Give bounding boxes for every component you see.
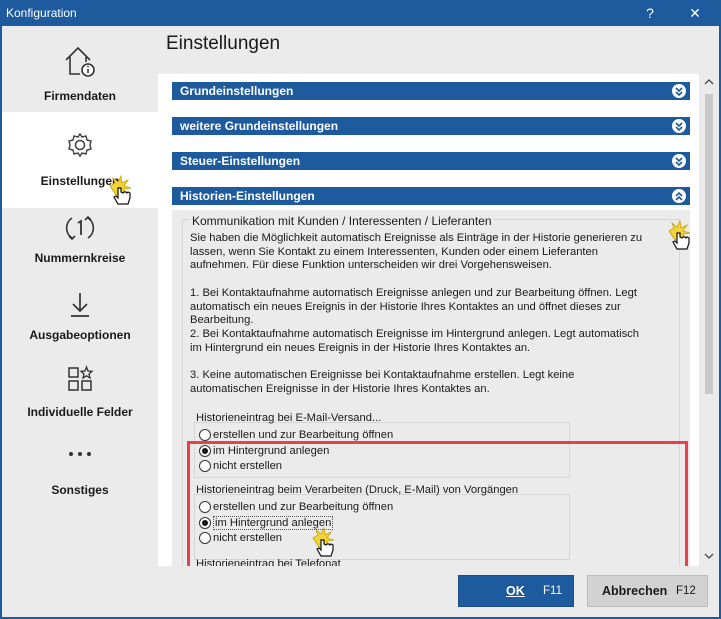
configuration-window: Konfiguration ? ✕ Firmendaten Einstellun… — [0, 0, 721, 619]
hand-cursor-icon — [312, 526, 335, 557]
sidebar-item-label: Ausgabeoptionen — [29, 328, 131, 342]
custom-fields-icon — [68, 365, 94, 391]
more-icon — [69, 452, 91, 456]
refresh-number-icon — [65, 215, 95, 241]
title-bar[interactable]: Konfiguration ? ✕ — [0, 0, 721, 26]
group-title: Kommunikation mit Kunden / Interessenten… — [190, 214, 494, 228]
sidebar-item-label: Nummernkreise — [34, 251, 126, 265]
email-group-title: Historieneintrag bei E-Mail-Versand... — [196, 412, 382, 424]
hand-cursor-icon — [109, 174, 132, 205]
chevron-double-down-icon[interactable] — [672, 119, 686, 133]
vertical-scrollbar[interactable] — [701, 74, 717, 566]
sidebar-item-nummernkreise[interactable]: Nummernkreise — [2, 208, 158, 284]
radio-button[interactable] — [199, 429, 211, 441]
cancel-button[interactable]: Abbrechen F12 — [587, 575, 708, 607]
section-weitere-grundeinstellungen[interactable]: weitere Grundeinstellungen — [172, 117, 690, 135]
ok-shortcut: F11 — [543, 585, 562, 597]
help-button[interactable]: ? — [633, 0, 667, 26]
section-historien-einstellungen[interactable]: Historien-Einstellungen — [172, 187, 690, 205]
highlight-frame — [187, 441, 688, 566]
option-2-text: 2. Bei Kontaktaufnahme automatisch Ereig… — [190, 328, 640, 354]
section-steuer-einstellungen[interactable]: Steuer-Einstellungen — [172, 152, 690, 170]
settings-scroll-area[interactable]: Grundeinstellungen weitere Grundeinstell… — [158, 74, 699, 566]
sidebar-item-label: Sonstiges — [51, 483, 109, 497]
sidebar: Firmendaten Einstellungen Nummernkreise — [2, 26, 158, 566]
close-button[interactable]: ✕ — [678, 0, 712, 26]
scrollbar-thumb[interactable] — [705, 94, 713, 394]
sidebar-item-ausgabeoptionen[interactable]: Ausgabeoptionen — [2, 284, 158, 360]
scroll-down-icon[interactable] — [704, 552, 714, 560]
ok-button[interactable]: OK F11 — [458, 575, 574, 607]
cancel-shortcut: F12 — [676, 585, 696, 597]
gear-icon — [68, 132, 92, 158]
sidebar-item-label: Firmendaten — [43, 89, 116, 103]
cancel-button-label: Abbrechen — [602, 584, 668, 598]
chevron-double-down-icon[interactable] — [672, 154, 686, 168]
window-client: Firmendaten Einstellungen Nummernkreise — [2, 26, 719, 617]
sidebar-item-label: Individuelle Felder — [27, 405, 133, 419]
home-info-icon — [65, 46, 95, 77]
chevron-double-up-icon[interactable] — [672, 189, 686, 203]
ok-button-label: OK — [506, 584, 525, 598]
dialog-footer: OK F11 Abbrechen F12 — [2, 566, 719, 617]
hand-cursor-icon — [668, 219, 691, 250]
section-label: weitere Grundeinstellungen — [180, 119, 339, 133]
section-label: Historien-Einstellungen — [180, 189, 315, 203]
scroll-up-icon[interactable] — [704, 78, 714, 86]
sidebar-item-firmendaten[interactable]: Firmendaten — [2, 32, 158, 108]
section-label: Grundeinstellungen — [180, 84, 294, 98]
intro-text: Sie haben die Möglichkeit automatisch Er… — [190, 232, 643, 271]
page-title: Einstellungen — [166, 33, 281, 54]
option-3-text: 3. Keine automatischen Ereignisse bei Ko… — [190, 369, 575, 395]
sidebar-item-sonstiges[interactable]: Sonstiges — [2, 436, 158, 512]
section-grundeinstellungen[interactable]: Grundeinstellungen — [172, 82, 690, 100]
download-icon — [71, 293, 89, 317]
chevron-double-down-icon[interactable] — [672, 84, 686, 98]
radio-label: erstellen und zur Bearbeitung öffnen — [213, 429, 394, 441]
settings-panel: Grundeinstellungen weitere Grundeinstell… — [158, 74, 699, 566]
section-label: Steuer-Einstellungen — [180, 154, 301, 168]
option-1-text: 1. Bei Kontaktaufnahme automatisch Ereig… — [190, 287, 637, 326]
sidebar-item-individuelle-felder[interactable]: Individuelle Felder — [2, 360, 158, 436]
window-title: Konfiguration — [6, 6, 77, 20]
